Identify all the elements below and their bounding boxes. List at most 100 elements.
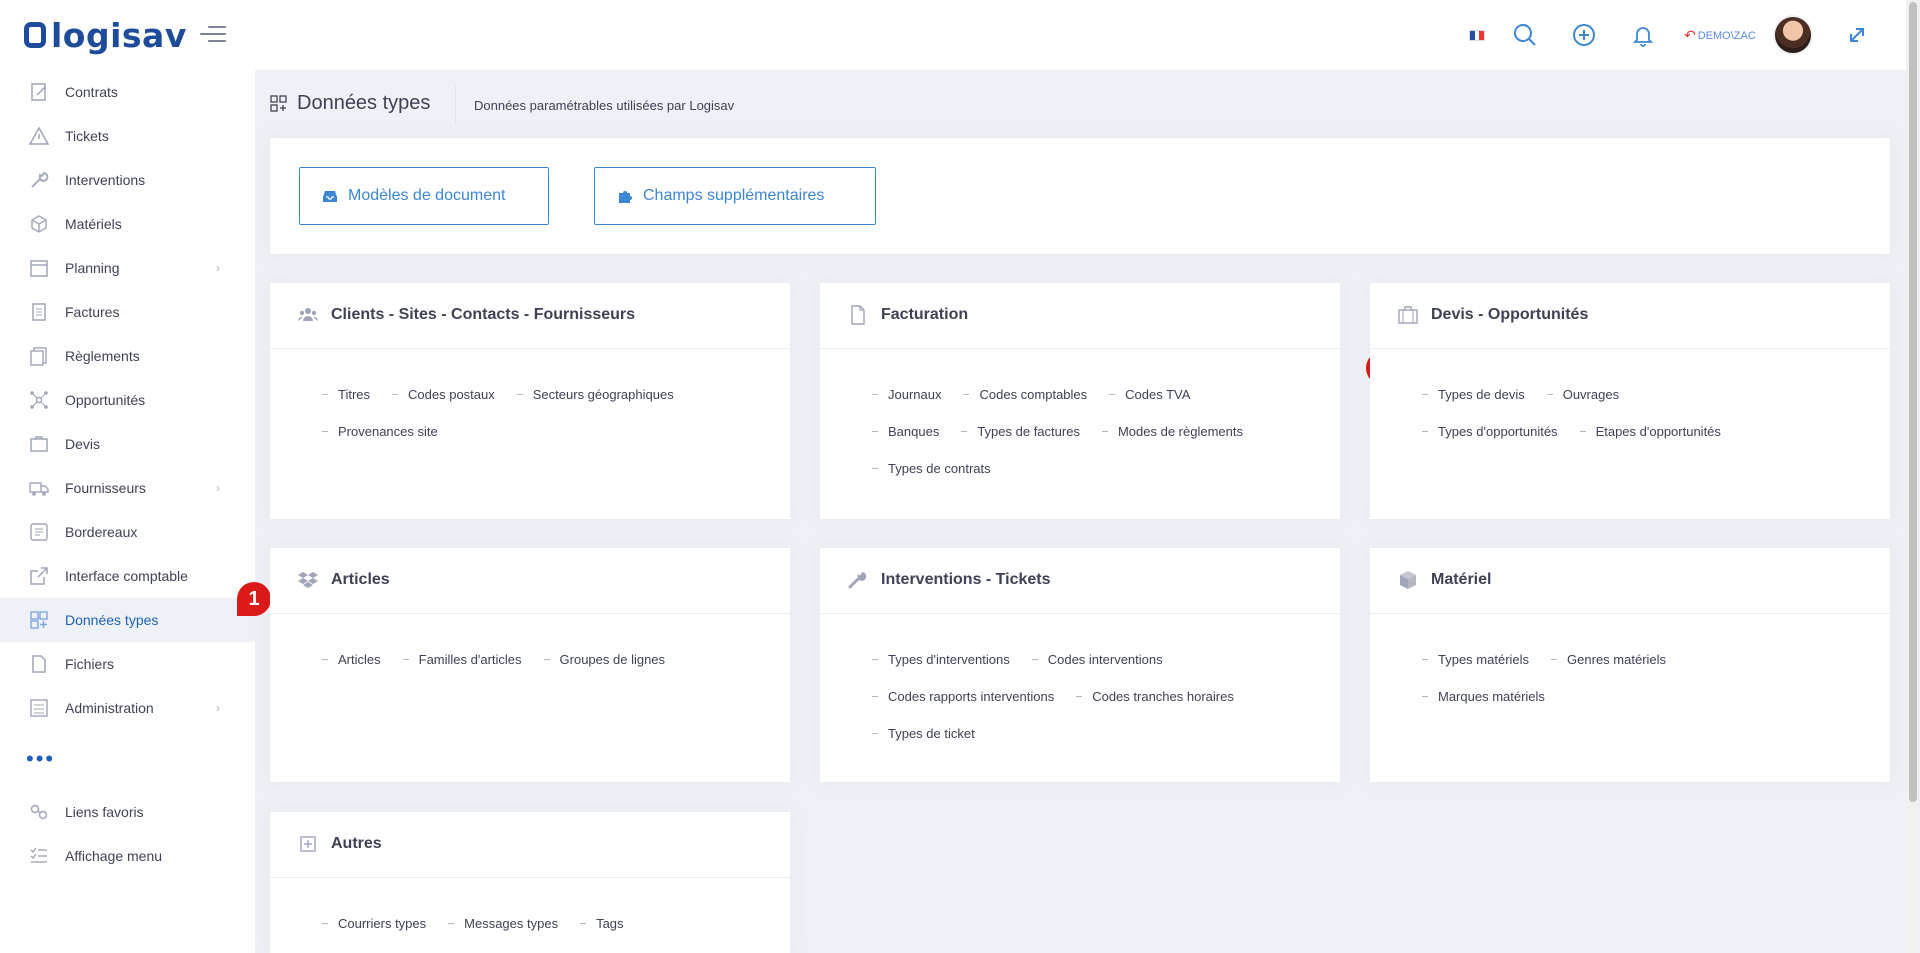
user-name: DEMO\ZAC: [1697, 29, 1756, 42]
link-types-de-contrats[interactable]: Types de contrats: [872, 461, 991, 476]
chevron-right-icon: ›: [216, 261, 220, 275]
section-header: Articles: [270, 548, 790, 614]
impersonation-user[interactable]: ↶ DEMO\ZAC: [1684, 27, 1756, 44]
sidebar-item-factures[interactable]: Factures: [0, 290, 255, 334]
chevron-right-icon: ›: [216, 481, 220, 495]
link-codes-tranches-horaires[interactable]: Codes tranches horaires: [1076, 689, 1234, 704]
link-modes-de-reglements[interactable]: Modes de règlements: [1102, 424, 1243, 439]
sidebar-item-contrats[interactable]: Contrats: [0, 70, 255, 114]
link-groupes-de-lignes[interactable]: Groupes de lignes: [544, 652, 666, 667]
sidebar-item-donnees-types[interactable]: Données types: [0, 598, 255, 642]
french-flag-icon[interactable]: [1469, 30, 1485, 41]
section-header: Devis - Opportunités: [1370, 283, 1890, 349]
link-messages-types[interactable]: Messages types: [448, 916, 558, 931]
actions-card: Modèles de document Champs supplémentair…: [270, 138, 1890, 254]
sidebar-item-reglements[interactable]: Règlements: [0, 334, 255, 378]
sidebar-item-label: Devis: [65, 436, 101, 452]
warning-icon: [28, 126, 50, 145]
document-models-button[interactable]: Modèles de document: [299, 167, 549, 225]
link-genres-materiels[interactable]: Genres matériels: [1551, 652, 1666, 667]
link-types-d-opportunites[interactable]: Types d'opportunités: [1422, 424, 1558, 439]
link-types-de-devis[interactable]: Types de devis: [1422, 387, 1525, 402]
link-codes-interventions[interactable]: Codes interventions: [1032, 652, 1163, 667]
extra-fields-button[interactable]: Champs supplémentaires: [594, 167, 876, 225]
chevron-right-icon: ›: [216, 701, 220, 715]
dropbox-icon: [298, 572, 318, 588]
link-types-de-ticket[interactable]: Types de ticket: [872, 726, 975, 741]
sidebar-item-label: Interventions: [65, 172, 146, 188]
sidebar-item-label: Affichage menu: [65, 848, 163, 864]
search-icon[interactable]: [1512, 22, 1538, 48]
section-card-interventions: Interventions - Tickets Types d'interven…: [820, 548, 1340, 782]
sidebar-item-fournisseurs[interactable]: Fournisseurs ›: [0, 466, 255, 510]
link-codes-comptables[interactable]: Codes comptables: [963, 387, 1087, 402]
expand-icon[interactable]: [1844, 22, 1870, 48]
sidebar-item-label: Matériels: [65, 216, 122, 232]
link-ouvrages[interactable]: Ouvrages: [1547, 387, 1619, 402]
logo-text: logisav: [51, 15, 187, 55]
link-types-de-factures[interactable]: Types de factures: [961, 424, 1080, 439]
sidebar-item-affichage-menu[interactable]: Affichage menu: [0, 834, 255, 878]
sidebar-item-opportunites[interactable]: Opportunités: [0, 378, 255, 422]
link-etapes-d-opportunites[interactable]: Etapes d'opportunités: [1580, 424, 1721, 439]
document-icon: [851, 305, 865, 325]
sidebar-item-label: Contrats: [65, 84, 118, 100]
link-icon: [30, 804, 48, 820]
return-arrow-icon: ↶: [1684, 27, 1696, 43]
scrollbar-thumb[interactable]: [1909, 2, 1917, 802]
section-links: Titres Codes postaux Secteurs géographique…: [322, 376, 762, 450]
sidebar-item-devis[interactable]: Devis: [0, 422, 255, 466]
logo[interactable]: logisav: [24, 15, 187, 55]
link-secteurs-geographiques[interactable]: Secteurs géographiques: [517, 387, 674, 402]
cube-icon: [1400, 571, 1416, 589]
link-titres[interactable]: Titres: [322, 387, 370, 402]
section-card-facturation: Facturation Journaux Codes comptables Code…: [820, 283, 1340, 519]
sidebar-item-interventions[interactable]: Interventions: [0, 158, 255, 202]
admin-icon: [30, 699, 48, 717]
link-articles[interactable]: Articles: [322, 652, 381, 667]
wrench-icon: [848, 572, 867, 589]
sidebar-item-materiels[interactable]: Matériels: [0, 202, 255, 246]
section-header: Autres: [270, 812, 790, 878]
grid-plus-icon: [270, 95, 287, 112]
sidebar-item-bordereaux[interactable]: Bordereaux: [0, 510, 255, 554]
menu-toggle-icon[interactable]: [200, 26, 226, 44]
link-provenances-site[interactable]: Provenances site: [322, 424, 438, 439]
link-marques-materiels[interactable]: Marques matériels: [1422, 689, 1545, 704]
link-tags[interactable]: Tags: [580, 916, 623, 931]
link-codes-rapports-interventions[interactable]: Codes rapports interventions: [872, 689, 1054, 704]
add-circle-icon[interactable]: [1571, 22, 1597, 48]
section-card-materiel: Matériel Types matériels Genres matériels…: [1370, 548, 1890, 782]
more-dots-icon[interactable]: •••: [26, 748, 55, 770]
link-codes-postaux[interactable]: Codes postaux: [392, 387, 495, 402]
link-codes-tva[interactable]: Codes TVA: [1109, 387, 1190, 402]
top-bar: logisav ↶ DEMO\ZAC: [0, 0, 1906, 70]
link-types-materiels[interactable]: Types matériels: [1422, 652, 1529, 667]
link-types-d-interventions[interactable]: Types d'interventions: [872, 652, 1010, 667]
bell-icon[interactable]: [1630, 22, 1656, 48]
section-links: Types matériels Genres matériels Marques …: [1422, 641, 1862, 715]
link-courriers-types[interactable]: Courriers types: [322, 916, 426, 931]
section-title: Facturation: [881, 306, 969, 323]
annotation-badge-label: 1: [248, 587, 260, 610]
sidebar-item-liens-favoris[interactable]: Liens favoris: [0, 790, 255, 834]
sidebar-item-label: Règlements: [65, 348, 140, 364]
sidebar-item-planning[interactable]: Planning ›: [0, 246, 255, 290]
link-banques[interactable]: Banques: [872, 424, 939, 439]
sidebar-item-interface-comptable[interactable]: Interface comptable: [0, 554, 255, 598]
sidebar-item-tickets[interactable]: Tickets: [0, 114, 255, 158]
sidebar-item-fichiers[interactable]: Fichiers: [0, 642, 255, 686]
payment-icon: [30, 347, 47, 366]
link-familles-d-articles[interactable]: Familles d'articles: [403, 652, 522, 667]
section-title: Clients - Sites - Contacts - Fournisseur…: [331, 306, 636, 323]
sidebar-item-administration[interactable]: Administration ›: [0, 686, 255, 730]
avatar[interactable]: [1773, 15, 1813, 55]
section-header: Interventions - Tickets: [820, 548, 1340, 614]
section-card-devis: Devis - Opportunités Types de devis Ouvra…: [1370, 283, 1890, 519]
contract-icon: [31, 83, 46, 101]
network-icon: [30, 391, 48, 409]
button-label: Modèles de document: [348, 187, 506, 204]
link-journaux[interactable]: Journaux: [872, 387, 941, 402]
section-title: Autres: [331, 835, 382, 852]
section-header: Facturation: [820, 283, 1340, 349]
